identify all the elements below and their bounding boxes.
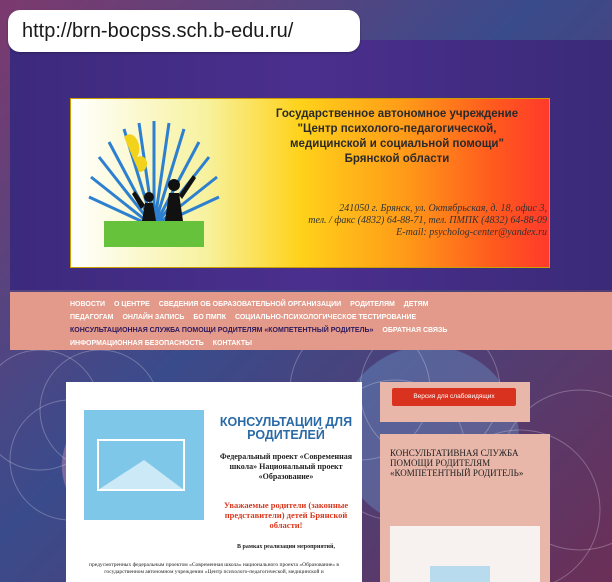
title-line: "Центр психолого-педагогической,: [297, 123, 497, 135]
nav-item-about[interactable]: О центре: [114, 301, 150, 308]
center-logo-icon: [88, 121, 220, 247]
nav-item-pmpk[interactable]: Бо ПМПК: [193, 314, 226, 321]
nav-item-online-booking[interactable]: Онлайн запись: [122, 314, 184, 321]
consultation-title: КОНСУЛЬТАЦИИ ДЛЯ РОДИТЕЛЕЙ: [219, 415, 353, 442]
sidebar-consult-card[interactable]: Консультативная служба помощи родителям …: [380, 434, 550, 582]
address-line: 241050 г. Брянск, ул. Октябрьская, д. 18…: [339, 203, 547, 214]
title-line: медицинской и социальной помощи": [290, 138, 504, 150]
nav-item-news[interactable]: Новости: [70, 301, 105, 308]
project-text: Федеральный проект «Современная школа» Н…: [219, 452, 353, 481]
nav-item-teachers[interactable]: Педагогам: [70, 314, 113, 321]
title-line: Брянской области: [344, 153, 450, 165]
consultation-card[interactable]: КОНСУЛЬТАЦИИ ДЛЯ РОДИТЕЛЕЙ Федеральный п…: [66, 382, 362, 582]
nav-item-org-info[interactable]: Сведения об образовательной организации: [159, 301, 341, 308]
nav-item-children[interactable]: Детям: [404, 301, 429, 308]
address-line: тел. / факс (4832) 64-88-71, тел. ПМПК (…: [308, 215, 547, 226]
nav-item-feedback[interactable]: Обратная связь: [382, 327, 447, 334]
site-banner[interactable]: Государственное автономное учреждение "Ц…: [70, 98, 550, 268]
organization-title: Государственное автономное учреждение "Ц…: [247, 107, 547, 167]
nav-item-contacts[interactable]: Контакты: [213, 340, 252, 347]
email-line[interactable]: E-mail: psycholog-center@yandex.ru: [257, 227, 547, 239]
nav-item-info-security[interactable]: Информационная безопасность: [70, 340, 204, 347]
sidebar-card-image: [390, 526, 540, 582]
url-label[interactable]: http://brn-bocpss.sch.b-edu.ru/: [8, 10, 360, 52]
project-logo-icon: [430, 566, 490, 582]
nav-item-testing[interactable]: Социально-психологическое тестирование: [235, 314, 416, 321]
sidebar-card-title: Консультативная служба помощи родителям …: [390, 448, 524, 478]
organization-address: 241050 г. Брянск, ул. Октябрьская, д. 18…: [257, 203, 547, 239]
title-line: Государственное автономное учреждение: [275, 108, 519, 120]
nav-item-consult-service[interactable]: Консультационная служба помощи родителям…: [70, 327, 373, 334]
main-navigation: Новости О центре Сведения об образовател…: [10, 292, 612, 350]
nav-item-parents[interactable]: Родителям: [350, 301, 395, 308]
note-text: В рамках реализации мероприятий,: [237, 544, 335, 550]
national-project-logo-icon: [84, 410, 204, 520]
greeting-text: Уважаемые родители (законные представите…: [223, 500, 349, 530]
body-text: предусмотренных федеральным проектом «Со…: [89, 562, 339, 575]
accessibility-version-button[interactable]: Версия для слабовидящих: [392, 388, 516, 406]
project-emblem-icon: [97, 439, 185, 491]
